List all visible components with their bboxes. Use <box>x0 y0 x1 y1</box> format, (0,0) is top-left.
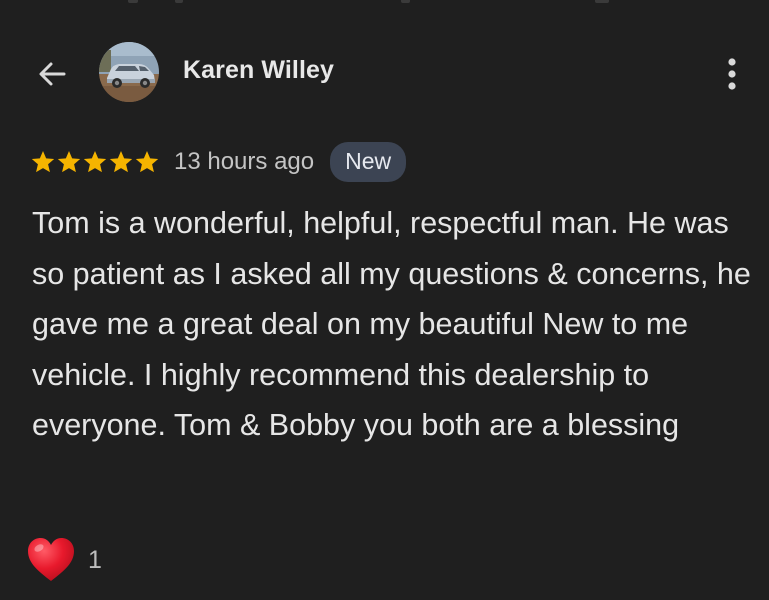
review-timestamp: 13 hours ago <box>174 148 315 175</box>
reviewer-name[interactable]: Karen Willey <box>183 56 334 85</box>
more-vert-icon <box>728 58 736 90</box>
star-icon <box>135 150 159 173</box>
avatar-car-photo <box>99 42 159 102</box>
review-header: Karen Willey <box>0 36 769 108</box>
heart-icon <box>28 538 74 581</box>
reaction-count: 1 <box>88 545 102 574</box>
star-icon <box>83 150 107 173</box>
review-meta: 13 hours ago New <box>30 142 407 182</box>
more-options-button[interactable] <box>710 52 754 96</box>
avatar[interactable] <box>99 42 159 102</box>
star-rating <box>30 149 160 175</box>
heart-reaction-button[interactable]: 1 <box>26 537 102 583</box>
new-badge: New <box>330 142 407 182</box>
status-bar-remnant <box>0 0 769 6</box>
star-icon <box>109 150 133 173</box>
back-button[interactable] <box>30 52 74 96</box>
star-icon <box>57 150 81 173</box>
back-arrow-icon <box>39 62 66 86</box>
star-icon <box>31 150 55 173</box>
review-text: Tom is a wonderful, helpful, respectful … <box>32 206 751 442</box>
